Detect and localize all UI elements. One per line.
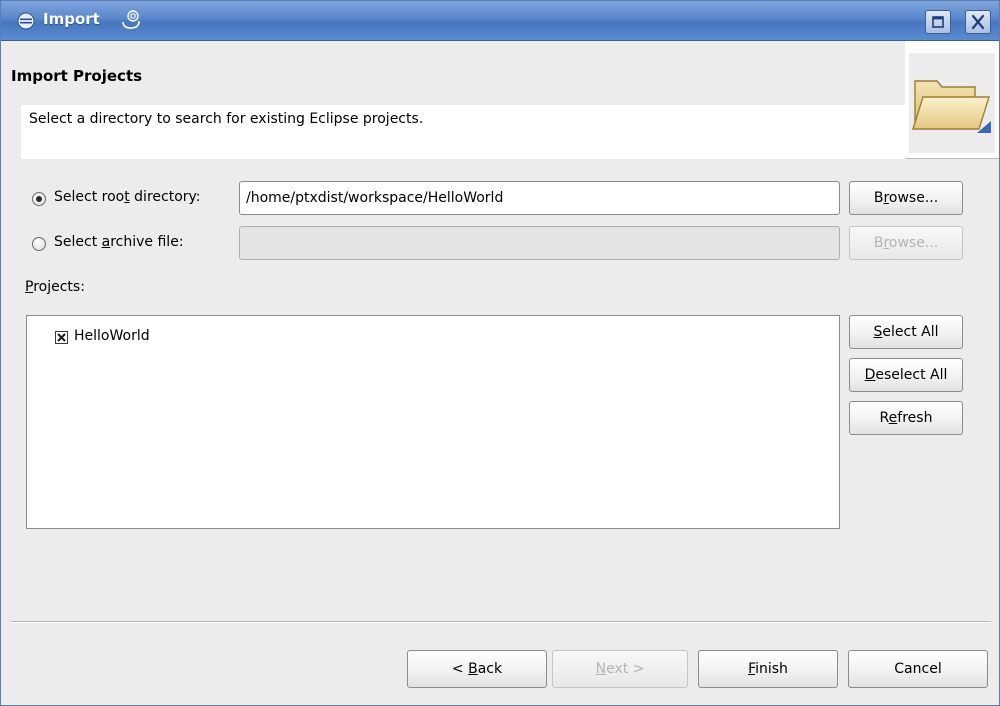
close-icon [966,14,990,37]
eclipse-icon [17,12,35,30]
footer-separator [11,621,991,623]
close-button[interactable] [965,10,991,34]
banner-message-area: Select a directory to search for existin… [21,105,905,159]
maximize-button[interactable] [925,10,951,34]
import-dialog: Import Import Projects Select a director… [0,0,1000,706]
back-button[interactable]: < Back [407,650,547,688]
swirl-icon [119,7,143,31]
window-title: Import [43,10,100,28]
project-name: HelloWorld [74,328,150,344]
next-button[interactable]: Next > [552,650,688,688]
projects-label: Projects: [25,279,85,295]
select-all-button[interactable]: Select All [849,315,963,349]
root-directory-input[interactable] [240,182,839,214]
archive-file-radio[interactable] [32,237,46,251]
page-title: Import Projects [11,67,143,85]
page-description: Select a directory to search for existin… [29,111,424,127]
finish-button[interactable]: Finish [698,650,838,688]
cancel-button[interactable]: Cancel [848,650,988,688]
refresh-button[interactable]: Refresh [849,401,963,435]
projects-list[interactable]: HelloWorld [26,315,840,529]
folder-icon [909,53,995,153]
wizard-banner: Import Projects Select a directory to se… [1,41,999,159]
archive-file-input[interactable] [240,227,839,259]
maximize-icon [926,16,950,37]
root-directory-field[interactable] [239,181,840,215]
root-directory-radio[interactable] [32,192,46,206]
banner-header: Import Projects Select a directory to se… [1,41,905,159]
archive-file-label[interactable]: Select archive file: [54,234,184,250]
browse-root-button[interactable]: Browse... [849,181,963,215]
title-bar[interactable]: Import [1,1,999,41]
archive-file-field[interactable] [239,226,840,260]
browse-archive-button[interactable]: Browse... [849,226,963,260]
deselect-all-button[interactable]: Deselect All [849,358,963,392]
checkbox-checked-icon[interactable] [55,331,68,344]
root-directory-label[interactable]: Select root directory: [54,189,201,205]
